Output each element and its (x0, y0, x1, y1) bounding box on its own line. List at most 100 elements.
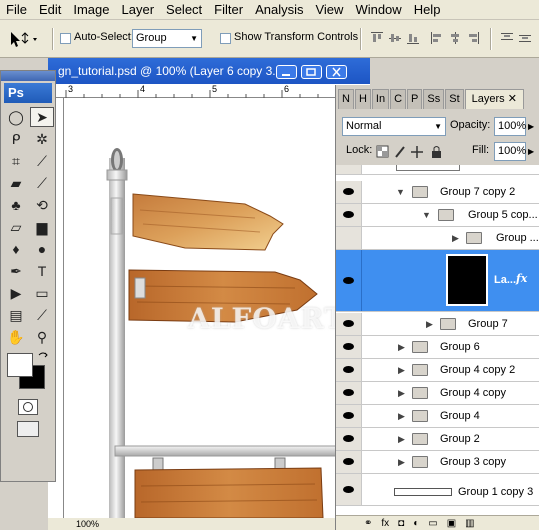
expand-icon[interactable]: ▶ (398, 342, 405, 353)
tab-styles[interactable]: St (445, 89, 464, 109)
expand-icon[interactable]: ▶ (398, 388, 405, 399)
minimize-button[interactable] (276, 65, 297, 79)
foreground-color-swatch[interactable] (7, 353, 33, 377)
menu-select[interactable]: Select (160, 0, 208, 20)
fill-chevron-icon[interactable]: ▶ (528, 147, 534, 156)
layer-row[interactable]: ▶ Group 4 copy 2 (336, 359, 539, 382)
visibility-toggle[interactable] (336, 181, 362, 203)
fx-badge[interactable]: fx (516, 272, 527, 285)
opacity-input[interactable]: 100% (494, 117, 526, 136)
distribute-top-icon[interactable] (500, 31, 514, 45)
magic-wand-tool-icon[interactable]: ✲ (30, 129, 54, 149)
swap-colors-icon[interactable] (37, 351, 49, 363)
layer-row-partial[interactable] (336, 165, 539, 175)
visibility-toggle[interactable] (336, 250, 362, 311)
show-transform-checkbox[interactable] (220, 33, 231, 44)
align-hcenter-icon[interactable] (448, 31, 462, 45)
expand-icon[interactable]: ▶ (452, 233, 459, 244)
expand-icon[interactable]: ▼ (396, 187, 405, 197)
menu-image[interactable]: Image (67, 0, 115, 20)
shape-tool-icon[interactable]: ▭ (30, 283, 54, 303)
blur-tool-icon[interactable]: ♦ (4, 239, 28, 259)
add-mask-icon[interactable]: ◘ (398, 518, 404, 529)
tab-navigator[interactable]: N (338, 89, 354, 109)
layer-row[interactable]: ▶ Group 6 (336, 336, 539, 359)
layer-row[interactable]: ▶ Group ... (336, 227, 539, 250)
expand-icon[interactable]: ▼ (422, 210, 431, 220)
align-vcenter-icon[interactable] (388, 31, 402, 45)
layer-row[interactable]: ▼ Group 7 copy 2 (336, 181, 539, 204)
menu-help[interactable]: Help (408, 0, 447, 20)
tab-layers[interactable]: Layers ✕ (464, 89, 524, 109)
distribute-vcenter-icon[interactable] (518, 31, 532, 45)
tab-color[interactable]: C (390, 89, 407, 109)
photoshop-logo[interactable]: Ps (4, 83, 52, 103)
type-tool-icon[interactable]: T (30, 261, 54, 281)
align-bottom-icon[interactable] (406, 31, 420, 45)
tab-histogram[interactable]: H (354, 89, 371, 109)
crop-tool-icon[interactable]: ⌗ (4, 151, 28, 171)
new-layer-icon[interactable]: ▣ (447, 518, 456, 529)
menu-view[interactable]: View (309, 0, 349, 20)
quick-mask-icon[interactable] (18, 399, 38, 415)
tab-info[interactable]: In (371, 89, 390, 109)
menu-edit[interactable]: Edit (33, 0, 67, 20)
tab-swatches[interactable]: Ss (423, 89, 445, 109)
toolbox-grip[interactable] (1, 71, 55, 81)
layer-row[interactable]: ▶ Group 4 copy (336, 382, 539, 405)
expand-icon[interactable]: ▶ (398, 434, 405, 445)
menu-layer[interactable]: Layer (116, 0, 161, 20)
menu-filter[interactable]: Filter (208, 0, 249, 20)
blend-mode-dropdown[interactable]: Normal ▼ (342, 117, 446, 136)
gradient-tool-icon[interactable]: ▆ (30, 217, 54, 237)
auto-select-dropdown[interactable]: Group ▼ (132, 29, 202, 48)
close-button[interactable] (326, 65, 347, 79)
menu-analysis[interactable]: Analysis (249, 0, 309, 20)
move-tool-preset-icon[interactable] (8, 30, 38, 48)
visibility-toggle[interactable] (336, 359, 362, 381)
layer-row[interactable]: ▶ Group 4 (336, 405, 539, 428)
expand-icon[interactable]: ▶ (426, 319, 433, 330)
visibility-toggle[interactable] (336, 313, 362, 335)
layer-row[interactable]: ▼ Group 5 cop... (336, 204, 539, 227)
menu-file[interactable]: File (0, 0, 33, 20)
tab-paths[interactable]: P (407, 89, 423, 109)
visibility-toggle[interactable] (336, 227, 362, 249)
path-selection-tool-icon[interactable]: ▶ (4, 283, 28, 303)
align-right-icon[interactable] (466, 31, 480, 45)
align-top-icon[interactable] (370, 31, 384, 45)
new-group-icon[interactable]: ▭ (428, 518, 437, 529)
auto-select-checkbox[interactable] (60, 33, 71, 44)
move-tool-icon[interactable]: ➤ (30, 107, 54, 127)
notes-tool-icon[interactable]: ▤ (4, 305, 28, 325)
expand-icon[interactable]: ▶ (398, 457, 405, 468)
align-left-icon[interactable] (430, 31, 444, 45)
layer-row-selected[interactable]: La... fx (336, 250, 539, 312)
healing-brush-tool-icon[interactable]: ▰ (4, 173, 28, 193)
close-icon[interactable]: ✕ (508, 93, 517, 105)
history-brush-tool-icon[interactable]: ⟲ (30, 195, 54, 215)
layer-row[interactable]: ▶ Group 2 (336, 428, 539, 451)
delete-layer-icon[interactable]: ▥ (465, 518, 474, 529)
visibility-toggle[interactable] (336, 165, 362, 174)
visibility-toggle[interactable] (336, 405, 362, 427)
layer-row[interactable]: Group 1 copy 3 (336, 474, 539, 506)
pen-tool-icon[interactable]: ✒ (4, 261, 28, 281)
add-style-icon[interactable]: fx (381, 518, 389, 529)
eyedropper2-tool-icon[interactable]: ⟋ (30, 305, 54, 325)
link-layers-icon[interactable]: ⚭ (364, 518, 372, 529)
opacity-chevron-icon[interactable]: ▶ (528, 122, 534, 131)
dodge-tool-icon[interactable]: ● (30, 239, 54, 259)
layer-list[interactable]: ▼ Group 7 copy 2 ▼ Group 5 cop... ▶ Grou… (336, 165, 539, 515)
brush-tool-icon[interactable]: ⟋ (30, 173, 54, 193)
eyedropper-tool-icon[interactable]: ⟋ (30, 151, 54, 171)
layer-row[interactable]: ▶ Group 3 copy (336, 451, 539, 474)
zoom-level[interactable]: 100% (76, 519, 99, 529)
zoom-tool-icon[interactable]: ⚲ (30, 327, 54, 347)
eraser-tool-icon[interactable]: ▱ (4, 217, 28, 237)
visibility-toggle[interactable] (336, 204, 362, 226)
marquee-tool-icon[interactable]: ◯ (4, 107, 28, 127)
visibility-toggle[interactable] (336, 382, 362, 404)
hand-tool-icon[interactable]: ✋ (4, 327, 28, 347)
clone-stamp-tool-icon[interactable]: ♣ (4, 195, 28, 215)
